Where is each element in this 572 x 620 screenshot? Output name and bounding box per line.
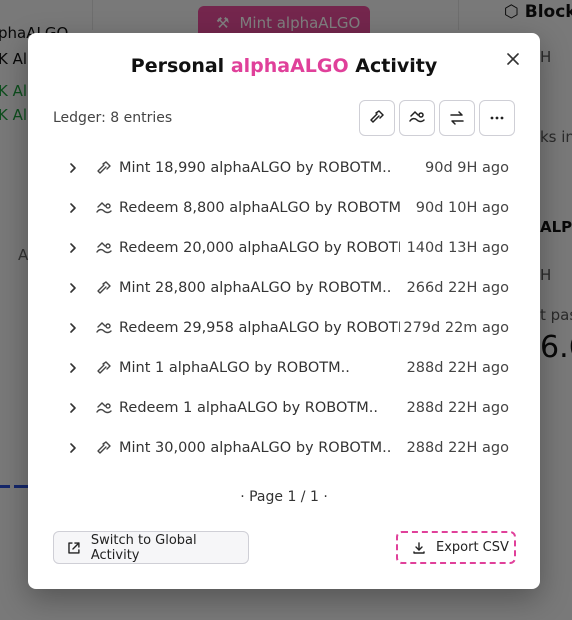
chevron-right-icon[interactable] xyxy=(53,402,93,414)
activity-description: Mint 18,990 alphaALGO by ROBOTM.. xyxy=(119,160,392,176)
activity-description: Redeem 1 alphaALGO by ROBOTM.. xyxy=(119,400,378,416)
activity-description: Mint 28,800 alphaALGO by ROBOTM.. xyxy=(119,280,392,296)
pagination: · Page 1 / 1 · xyxy=(240,489,328,505)
chevron-right-icon[interactable] xyxy=(53,442,93,454)
activity-time: 266d 22H ago xyxy=(406,280,509,296)
hammer-icon xyxy=(370,110,384,123)
chevron-right-icon[interactable] xyxy=(53,282,93,294)
activity-time: 288d 22H ago xyxy=(406,360,509,376)
activity-row[interactable]: Mint 18,990 alphaALGO by ROBOTM.. 90d 9H … xyxy=(53,148,515,188)
activity-row[interactable]: Redeem 1 alphaALGO by ROBOTM.. 288d 22H a… xyxy=(53,388,515,428)
activity-description: Redeem 8,800 alphaALGO by ROBOTM.. xyxy=(119,200,400,216)
external-link-icon xyxy=(68,541,80,554)
activity-modal: Personal alphaALGO Activity Ledger: 8 en… xyxy=(28,33,540,589)
filter-toolbar xyxy=(359,100,515,136)
chevron-right-icon[interactable] xyxy=(53,202,93,214)
activity-description: Redeem 29,958 alphaALGO by ROBOTM.. xyxy=(119,320,400,336)
hammer-icon xyxy=(93,279,115,297)
activity-description: Mint 30,000 alphaALGO by ROBOTM.. xyxy=(119,440,392,456)
chevron-right-icon[interactable] xyxy=(53,322,93,334)
redeem-icon xyxy=(93,239,115,257)
chevron-right-icon[interactable] xyxy=(53,242,93,254)
activity-description: Mint 1 alphaALGO by ROBOTM.. xyxy=(119,360,350,376)
swap-icon xyxy=(450,111,464,125)
ledger-count: Ledger: 8 entries xyxy=(53,110,173,126)
more-icon xyxy=(490,116,504,120)
hammer-icon xyxy=(93,159,115,177)
activity-row[interactable]: Mint 1 alphaALGO by ROBOTM.. 288d 22H ago xyxy=(53,348,515,388)
filter-redeem-button[interactable] xyxy=(399,100,435,136)
more-options-button[interactable] xyxy=(479,100,515,136)
title-accent: alphaALGO xyxy=(230,55,349,77)
redeem-icon xyxy=(93,319,115,337)
export-label: Export CSV xyxy=(436,540,509,555)
activity-time: 90d 9H ago xyxy=(425,160,509,176)
chevron-right-icon[interactable] xyxy=(53,162,93,174)
activity-time: 288d 22H ago xyxy=(406,400,509,416)
modal-title: Personal alphaALGO Activity xyxy=(130,55,438,77)
activity-time: 140d 13H ago xyxy=(406,240,509,256)
download-icon xyxy=(413,541,425,554)
activity-row[interactable]: Redeem 8,800 alphaALGO by ROBOTM.. 90d 10… xyxy=(53,188,515,228)
redeem-icon xyxy=(93,199,115,217)
switch-global-button[interactable]: Switch to Global Activity xyxy=(53,531,249,564)
activity-list: Mint 18,990 alphaALGO by ROBOTM.. 90d 9H … xyxy=(53,148,515,468)
filter-transfer-button[interactable] xyxy=(439,100,475,136)
chevron-right-icon[interactable] xyxy=(53,362,93,374)
activity-time: 279d 22m ago xyxy=(403,320,509,336)
export-csv-button[interactable]: Export CSV xyxy=(396,531,516,564)
redeem-icon xyxy=(409,110,425,123)
activity-time: 90d 10H ago xyxy=(415,200,509,216)
activity-row[interactable]: Redeem 20,000 alphaALGO by ROBOTM.. 140d … xyxy=(53,228,515,268)
redeem-icon xyxy=(93,399,115,417)
switch-global-label: Switch to Global Activity xyxy=(90,532,197,563)
close-button[interactable] xyxy=(502,48,524,70)
activity-row[interactable]: Mint 30,000 alphaALGO by ROBOTM.. 288d 22… xyxy=(53,428,515,468)
hammer-icon xyxy=(93,359,115,377)
activity-row[interactable]: Redeem 29,958 alphaALGO by ROBOTM.. 279d … xyxy=(53,308,515,348)
activity-row[interactable]: Mint 28,800 alphaALGO by ROBOTM.. 266d 22… xyxy=(53,268,515,308)
filter-mint-button[interactable] xyxy=(359,100,395,136)
activity-description: Redeem 20,000 alphaALGO by ROBOTM.. xyxy=(119,240,400,256)
close-icon xyxy=(507,53,519,65)
hammer-icon xyxy=(93,439,115,457)
activity-time: 288d 22H ago xyxy=(406,440,509,456)
